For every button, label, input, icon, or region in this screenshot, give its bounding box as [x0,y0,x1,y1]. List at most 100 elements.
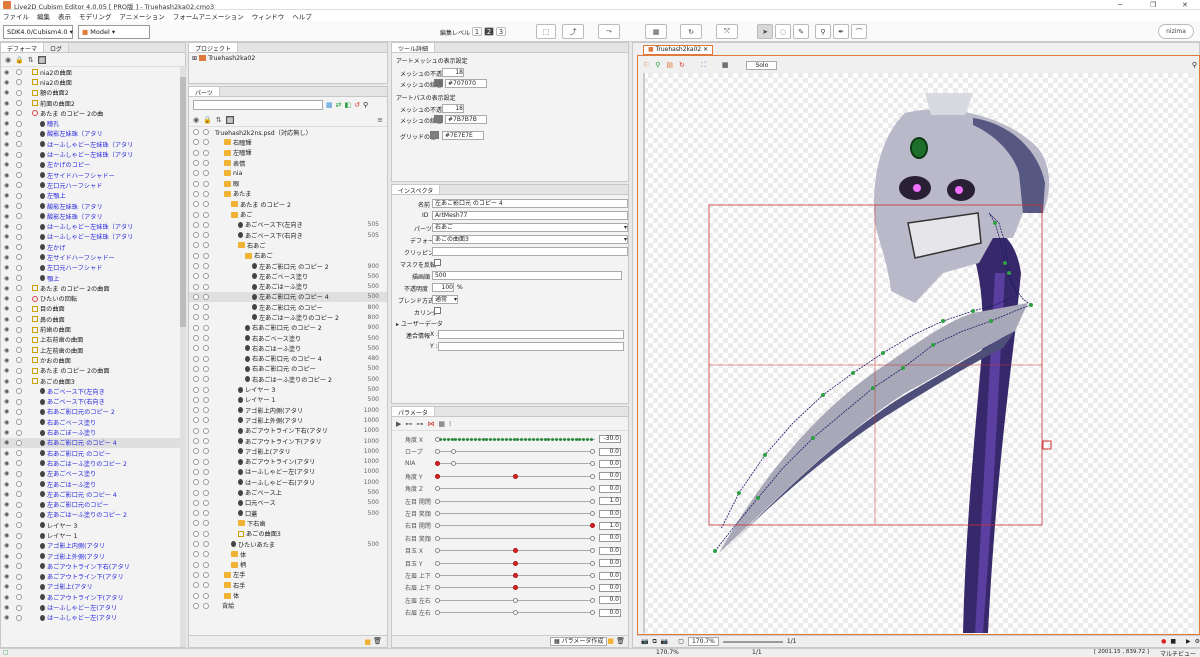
grid-icon[interactable]: ⁞ [449,420,451,428]
eye-icon[interactable]: ◉ [4,439,12,446]
eye-icon[interactable]: ◉ [4,285,12,292]
deformer-row[interactable]: ◉ あごアウトライン下(アタリ [1,572,185,582]
parts-row[interactable]: あごの曲面3 [189,529,387,539]
radio-icon[interactable] [203,571,209,578]
keyform-knot[interactable] [435,436,440,442]
parts-row[interactable]: あたま [189,189,387,199]
deformer-row[interactable]: ◉ アゴ影上内側(アタリ [1,541,185,551]
deformer-row[interactable]: ◉ nia2の曲面 [1,77,185,87]
radio-icon[interactable] [203,530,209,537]
parts-row[interactable]: 右瞳輝 [189,137,387,147]
radio-icon[interactable] [203,190,209,197]
deformer-row[interactable]: ◉ あたま のコピー 2の曲 [1,108,185,118]
radio-icon[interactable] [193,407,199,414]
editor-mode-select[interactable]: ■ Model ▾ [78,25,150,39]
parts-row[interactable]: Truehash2k2ns.psd（対応無し） [189,127,387,137]
radio-icon[interactable] [16,182,22,189]
pin-parts-icon[interactable]: ⚲ [363,101,368,109]
eye-icon[interactable]: ◉ [4,408,12,415]
radio-icon[interactable] [203,129,209,136]
radio-icon[interactable] [203,417,209,424]
deformer-row[interactable]: ◉ 鼻の曲面 [1,314,185,324]
parameter-row[interactable]: 目玉 X 0.0 [393,545,625,557]
keyform-knot[interactable] [435,511,440,517]
keyform-knot[interactable] [512,473,518,479]
deformer-scroll-thumb[interactable] [180,77,186,327]
eye-icon[interactable]: ◉ [4,481,12,488]
eye-icon[interactable]: ◉ [4,244,12,251]
deformer-rotate-icon[interactable]: ↻ [680,24,702,39]
culling-checkbox[interactable] [434,307,441,314]
parameter-slider[interactable] [435,546,595,555]
radio-icon[interactable] [203,149,209,156]
radio-icon[interactable] [16,295,22,302]
eye-icon[interactable]: ◉ [4,110,12,117]
parts-filter-icon[interactable]: ▦ [225,115,235,124]
lock-icon[interactable]: 🔒 [15,56,24,64]
parts-search-input[interactable] [193,100,323,110]
solo-button[interactable]: Solo [746,60,778,70]
radio-icon[interactable] [16,141,22,148]
radio-icon[interactable] [193,489,199,496]
eye-icon[interactable]: ◉ [4,275,12,282]
tab-tool-detail[interactable]: ツール詳細 [392,43,436,53]
radio-icon[interactable] [193,252,199,259]
parts-row[interactable]: 右あごベース塗り 500 [189,333,387,343]
opacity-field[interactable]: 100 [432,283,454,292]
tab-parts[interactable]: パーツ [189,87,220,97]
radio-icon[interactable] [203,592,209,599]
deformer-warp-icon[interactable]: ▦ [645,24,667,39]
edit-level-1-button[interactable]: 1 [472,27,482,36]
parameter-row[interactable]: 右目 笑顔 0.0 [393,532,625,544]
radio-icon[interactable] [193,582,199,589]
parameter-slider[interactable] [435,571,595,580]
parameter-slider[interactable] [435,596,595,605]
radio-icon[interactable] [16,450,22,457]
model-canvas[interactable] [643,73,1193,633]
keyform-knot[interactable] [590,498,595,504]
radio-icon[interactable] [193,149,199,156]
pivot-marker[interactable] [1042,440,1052,450]
radio-icon[interactable] [16,501,22,508]
keyform-knot[interactable] [590,473,595,479]
parameter-value-field[interactable]: 0.0 [599,459,621,468]
deformer-row[interactable]: ◉ 左サイドハーフシャドー [1,170,185,180]
radio-icon[interactable] [203,221,209,228]
parameter-value-field[interactable]: 0.0 [599,447,621,456]
radio-icon[interactable] [16,223,22,230]
parameter-row[interactable]: 左目 笑顔 0.0 [393,507,625,519]
parts-row[interactable]: 左あご影口元 のコピー 4 500 [189,291,387,303]
keyform-icon[interactable]: ⋈ [427,420,434,428]
radio-icon[interactable] [16,419,22,426]
keyform-knot[interactable] [450,461,456,467]
radio-icon[interactable] [16,254,22,261]
radio-icon[interactable] [193,201,199,208]
eye-icon[interactable]: ◉ [4,254,12,261]
deformer-row[interactable]: ◉ はーふしゃどー左妹珠（アタリ [1,149,185,159]
keyform-knot[interactable] [435,560,440,566]
auto-mesh-icon[interactable]: ⤴ [562,24,584,39]
radio-icon[interactable] [203,273,209,280]
eye-icon[interactable]: ◉ [4,203,12,210]
parts-row[interactable]: 眼 [189,178,387,188]
deformer-row[interactable]: ◉ あたま のコピー 2の曲面 [1,283,185,293]
radio-icon[interactable] [16,439,22,446]
radio-icon[interactable] [203,160,209,167]
deformer-row[interactable]: ◉ nia2の曲面 [1,67,185,77]
glue-icon[interactable]: ⤳ [598,24,620,39]
radio-icon[interactable] [16,573,22,580]
keyform-knot[interactable] [435,473,440,479]
draw-order-field[interactable]: 500 [432,271,622,280]
eye-icon[interactable]: ◉ [4,89,12,96]
parts-row[interactable]: はーふしゃどー右(アタリ 1000 [189,477,387,487]
radio-icon[interactable] [203,232,209,239]
keyform-knot[interactable] [435,486,440,492]
link-y-field[interactable] [438,342,624,351]
deformer-row[interactable]: ◉ 左かげ [1,242,185,252]
parts-row[interactable]: アゴ影上外側(アタリ 1000 [189,415,387,425]
parts-row[interactable]: あごベース下(右向き 505 [189,230,387,240]
radio-icon[interactable] [16,326,22,333]
eye-icon[interactable]: ◉ [4,120,12,127]
radio-icon[interactable] [193,129,199,136]
radio-icon[interactable] [16,542,22,549]
